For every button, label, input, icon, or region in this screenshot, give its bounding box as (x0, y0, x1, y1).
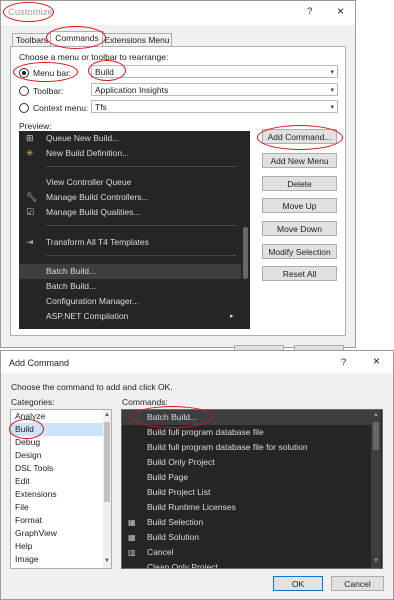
preview-item[interactable]: Configuration Manager... (19, 294, 241, 309)
add-command-close-button[interactable]: × (373, 354, 380, 368)
commands-label: Commands: (122, 397, 168, 407)
queue-build-icon: ⊞ (26, 133, 34, 143)
categories-scrollbar-thumb[interactable] (104, 422, 110, 502)
reset-all-button[interactable]: Reset All (262, 266, 337, 281)
preview-item[interactable]: ⇥ Transform All T4 Templates (19, 235, 241, 250)
add-command-help-button[interactable]: ? (341, 357, 346, 368)
category-item[interactable]: DSL Tools (11, 462, 105, 475)
context-menu-radio[interactable] (19, 103, 29, 113)
preview-label: Preview: (19, 121, 52, 131)
choose-menu-instruction: Choose a menu or toolbar to rearrange: (19, 52, 169, 62)
command-item-selected[interactable]: Batch Build... (122, 410, 372, 425)
customize-titlebar (1, 1, 355, 25)
preview-separator (46, 166, 236, 167)
menubar-combo[interactable]: Build ▾ (91, 65, 338, 78)
build-solution-icon: ▦ (128, 533, 136, 542)
commands-scrollbar-thumb[interactable] (373, 422, 379, 450)
preview-item[interactable]: ⊞ Queue New Build... (19, 131, 241, 146)
menubar-combo-value: Build (95, 67, 114, 77)
category-item[interactable]: Edit (11, 475, 105, 488)
add-command-instruction: Choose the command to add and click OK. (11, 382, 173, 392)
command-item[interactable]: Build Project List (122, 485, 372, 500)
command-item[interactable]: ▦ Build Selection (122, 515, 372, 530)
ok-button[interactable]: OK (273, 576, 323, 591)
customize-help-button[interactable]: ? (307, 6, 312, 17)
toolbar-radio[interactable] (19, 86, 29, 96)
preview-item[interactable]: ☑ Manage Build Qualities... (19, 205, 241, 220)
commands-list[interactable]: Batch Build... Build full program databa… (121, 409, 383, 569)
preview-separator (46, 225, 236, 226)
command-item[interactable]: Build Only Project (122, 455, 372, 470)
command-item[interactable]: Clean Only Project (122, 560, 372, 568)
context-menu-combo-value: Tfs (95, 102, 107, 112)
category-item[interactable]: File (11, 501, 105, 514)
customize-close-button[interactable]: × (337, 4, 344, 18)
scroll-down-icon: ▼ (373, 558, 379, 564)
tab-toolbars[interactable]: Toolbars (12, 33, 52, 47)
build-selection-icon: ▦ (128, 518, 136, 527)
categories-scrollbar[interactable]: ▲ ▼ (103, 410, 111, 568)
new-definition-icon: ✳ (26, 148, 34, 158)
tab-extensions-menu[interactable]: Extensions Menu (102, 33, 172, 47)
categories-label: Categories: (11, 397, 55, 407)
wrench-icon: 🔧︎ (26, 192, 38, 202)
command-item[interactable]: Build Page (122, 470, 372, 485)
tab-commands[interactable]: Commands (50, 31, 104, 47)
chevron-down-icon: ▾ (330, 87, 334, 94)
categories-list[interactable]: Analyze Build Debug Design DSL Tools Edi… (10, 409, 112, 569)
category-item[interactable]: Design (11, 449, 105, 462)
chevron-down-icon: ▾ (330, 69, 334, 76)
add-command-title: Add Command (9, 358, 70, 368)
scroll-up-icon: ▲ (373, 412, 379, 418)
category-item[interactable]: Debug (11, 436, 105, 449)
command-item[interactable]: ▥ Cancel (122, 545, 372, 560)
add-new-menu-button[interactable]: Add New Menu (262, 153, 337, 168)
command-item[interactable]: Build full program database file (122, 425, 372, 440)
modify-selection-button[interactable]: Modify Selection (262, 244, 337, 259)
preview-separator (46, 255, 236, 256)
preview-item-selected[interactable]: Batch Build... (19, 264, 241, 279)
commands-scrollbar[interactable]: ▲ ▼ (371, 410, 381, 568)
add-command-button[interactable]: Add Command... (262, 129, 337, 144)
scroll-up-icon: ▲ (104, 412, 110, 418)
preview-item[interactable]: ✳ New Build Definition... (19, 146, 241, 161)
command-item[interactable]: Build Runtime Licenses (122, 500, 372, 515)
command-item[interactable]: Build full program database file for sol… (122, 440, 372, 455)
toolbar-combo-value: Application Insights (95, 85, 169, 95)
toolbar-label: Toolbar: (33, 86, 64, 96)
move-up-button[interactable]: Move Up (262, 198, 337, 213)
cancel-icon: ▥ (128, 548, 136, 557)
menubar-label: Menu bar: (33, 68, 72, 78)
menubar-radio[interactable] (19, 68, 29, 78)
preview-item[interactable]: 🔧︎ Manage Build Controllers... (19, 190, 241, 205)
cancel-button[interactable]: Cancel (331, 576, 384, 591)
transform-icon: ⇥ (26, 237, 34, 247)
checklist-icon: ☑ (26, 207, 35, 217)
toolbar-combo[interactable]: Application Insights ▾ (91, 83, 338, 96)
move-down-button[interactable]: Move Down (262, 221, 337, 236)
scroll-down-icon: ▼ (104, 558, 110, 564)
preview-item[interactable]: View Controller Queue (19, 175, 241, 190)
customize-title: Customize (8, 7, 53, 18)
command-item[interactable]: ▦ Build Solution (122, 530, 372, 545)
category-item-selected[interactable]: Build (11, 423, 105, 436)
category-item[interactable]: GraphView (11, 527, 105, 540)
preview-item[interactable]: Batch Build... (19, 279, 241, 294)
preview-list[interactable]: ⊞ Queue New Build... ✳ New Build Definit… (19, 131, 250, 329)
category-item[interactable]: Extensions (11, 488, 105, 501)
category-item[interactable]: Analyze (11, 410, 105, 423)
category-item[interactable]: Format (11, 514, 105, 527)
context-menu-label: Context menu: (33, 103, 89, 113)
preview-scrollbar-thumb[interactable] (243, 227, 248, 279)
category-item[interactable]: Image (11, 553, 105, 566)
preview-item[interactable]: ASP.NET Compilation ▸ (19, 309, 241, 324)
category-item[interactable]: Help (11, 540, 105, 553)
delete-button[interactable]: Delete (262, 176, 337, 191)
chevron-down-icon: ▾ (330, 104, 334, 111)
submenu-arrow-icon: ▸ (230, 313, 234, 320)
context-menu-combo[interactable]: Tfs ▾ (91, 100, 338, 113)
